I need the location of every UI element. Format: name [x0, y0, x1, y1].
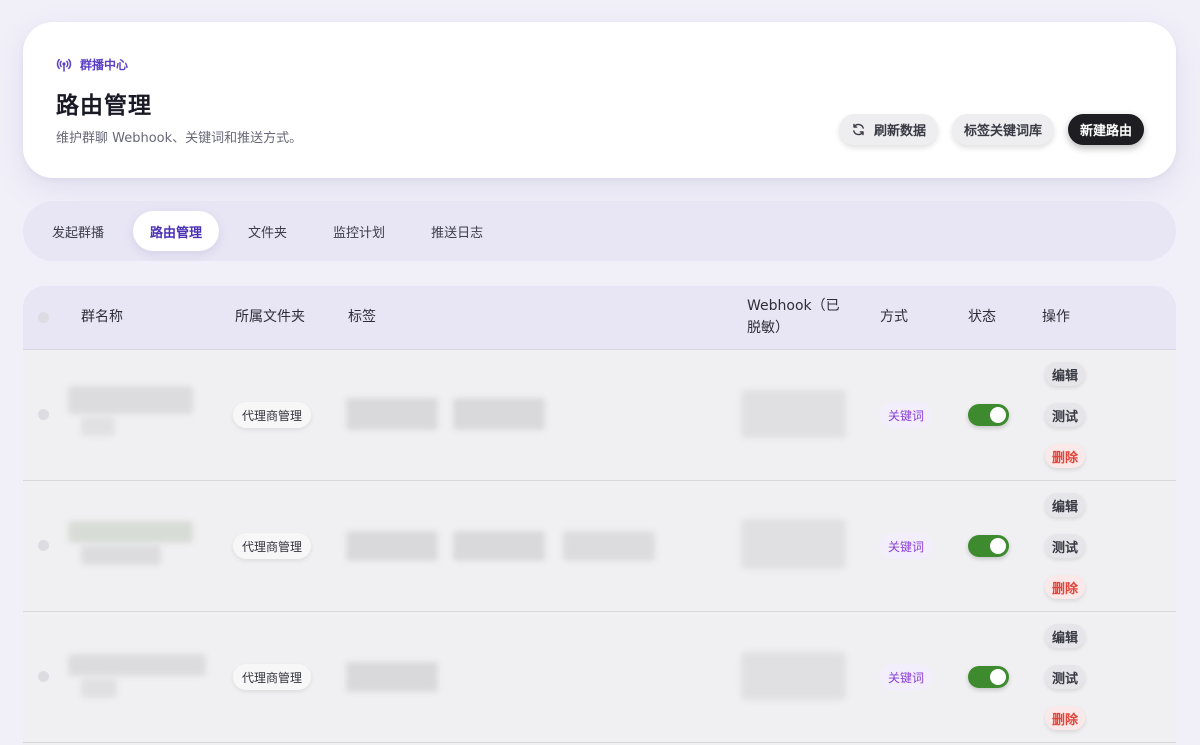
- tab-broadcast[interactable]: 发起群播: [35, 211, 121, 251]
- folder-badge: 代理商管理: [233, 533, 312, 559]
- toggle-knob: [990, 407, 1006, 423]
- tab-monitor-plans[interactable]: 监控计划: [316, 211, 402, 251]
- folder-badge: 代理商管理: [233, 664, 312, 690]
- tab-folders[interactable]: 文件夹: [231, 211, 304, 251]
- table-row: 代理商管理 关键词 编辑 测试 删除: [23, 481, 1176, 612]
- mode-badge: 关键词: [880, 664, 933, 690]
- status-toggle[interactable]: [968, 666, 1009, 688]
- header-actions: 刷新数据 标签关键词库 新建路由: [838, 114, 1144, 145]
- status-toggle[interactable]: [968, 535, 1009, 557]
- mode-badge: 关键词: [880, 402, 933, 428]
- status-toggle[interactable]: [968, 404, 1009, 426]
- test-button[interactable]: 测试: [1045, 403, 1086, 427]
- tab-route-management[interactable]: 路由管理: [133, 211, 220, 251]
- toggle-knob: [990, 538, 1006, 554]
- edit-button[interactable]: 编辑: [1045, 493, 1086, 517]
- column-tags: 标签: [348, 309, 376, 325]
- test-button[interactable]: 测试: [1045, 665, 1086, 689]
- table-header: 群名称 所属文件夹 标签 Webhook（已 脱敏） 方式 状态 操作: [23, 286, 1176, 350]
- folder-badge: 代理商管理: [233, 402, 312, 428]
- column-folder: 所属文件夹: [235, 309, 305, 325]
- select-all-checkbox[interactable]: [38, 312, 49, 323]
- row-checkbox[interactable]: [38, 671, 49, 682]
- column-webhook: Webhook（已 脱敏）: [747, 295, 840, 339]
- column-mode: 方式: [880, 309, 908, 325]
- new-route-button[interactable]: 新建路由: [1067, 114, 1144, 145]
- toggle-knob: [990, 669, 1006, 685]
- row-checkbox[interactable]: [38, 540, 49, 551]
- table-row: 代理商管理 关键词 编辑 测试 删除: [23, 350, 1176, 481]
- delete-button[interactable]: 删除: [1045, 575, 1086, 599]
- delete-button[interactable]: 删除: [1045, 444, 1086, 468]
- column-name: 群名称: [81, 309, 123, 325]
- eyebrow-label: 群播中心: [80, 58, 129, 72]
- column-actions: 操作: [1042, 309, 1070, 325]
- page-title: 路由管理: [56, 93, 152, 119]
- row-checkbox[interactable]: [38, 409, 49, 420]
- column-webhook-line1: Webhook（已: [747, 298, 840, 314]
- tab-push-logs[interactable]: 推送日志: [414, 211, 500, 251]
- routes-table: 群名称 所属文件夹 标签 Webhook（已 脱敏） 方式 状态 操作 代理商管…: [23, 286, 1176, 745]
- table-row: 代理商管理 关键词 编辑 测试 删除: [23, 612, 1176, 743]
- delete-button[interactable]: 删除: [1045, 706, 1086, 730]
- test-button[interactable]: 测试: [1045, 534, 1086, 558]
- page-subtitle: 维护群聊 Webhook、关键词和推送方式。: [56, 131, 303, 146]
- keyword-library-button[interactable]: 标签关键词库: [951, 114, 1054, 145]
- mode-badge: 关键词: [880, 533, 933, 559]
- column-webhook-line2: 脱敏）: [747, 320, 789, 336]
- refresh-icon: [851, 122, 866, 137]
- tab-bar: 发起群播 路由管理 文件夹 监控计划 推送日志: [23, 201, 1176, 261]
- edit-button[interactable]: 编辑: [1045, 362, 1086, 386]
- header-card: 群播中心 路由管理 维护群聊 Webhook、关键词和推送方式。 刷新数据 标签…: [23, 22, 1176, 178]
- edit-button[interactable]: 编辑: [1045, 624, 1086, 648]
- refresh-label: 刷新数据: [873, 124, 926, 139]
- refresh-button[interactable]: 刷新数据: [838, 114, 938, 145]
- eyebrow: 群播中心: [56, 56, 128, 73]
- column-status: 状态: [968, 309, 996, 325]
- broadcast-icon: [56, 57, 72, 73]
